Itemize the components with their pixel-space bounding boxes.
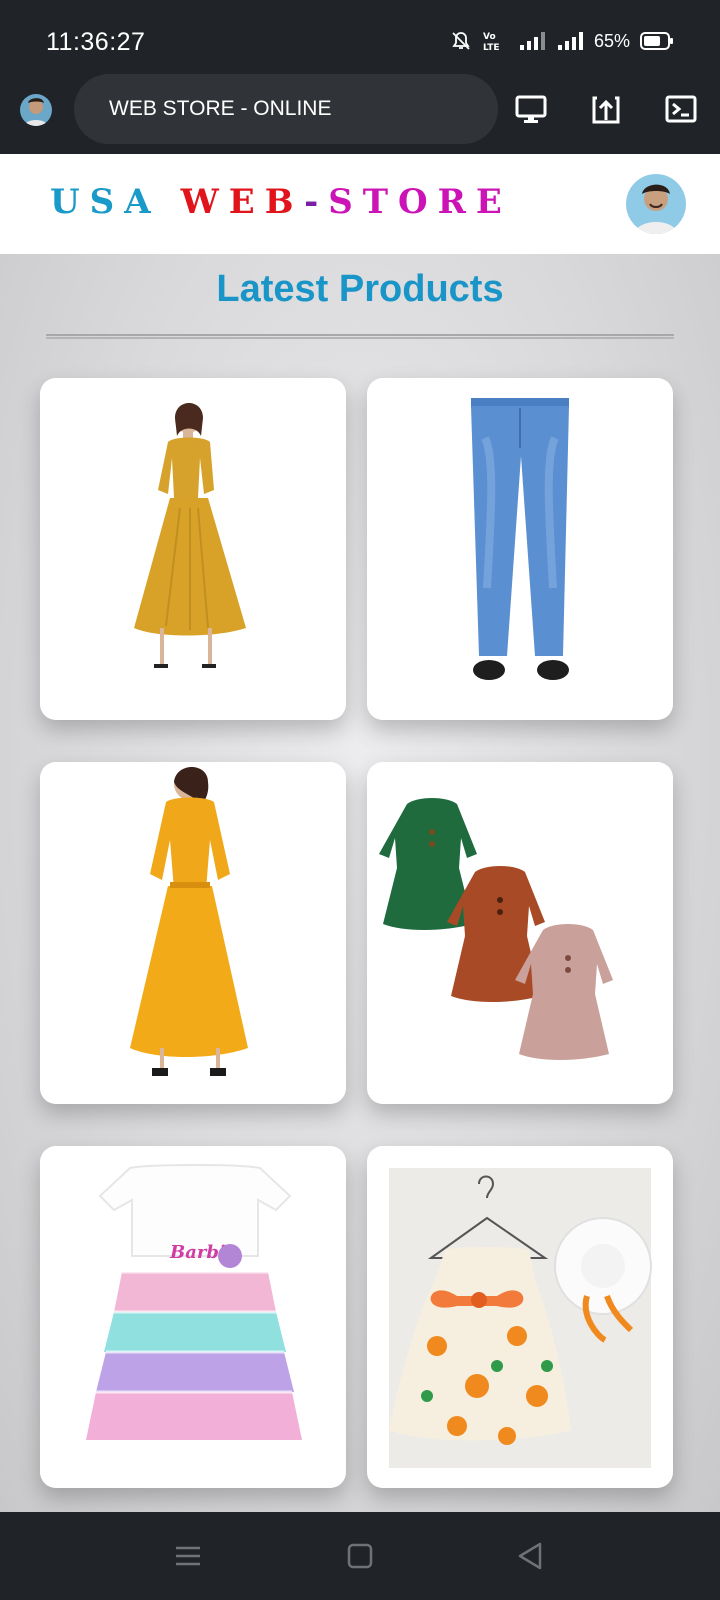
product-image-floral-dress xyxy=(389,1168,652,1468)
main-content: Latest Products Barbie xyxy=(0,254,720,1512)
url-bar[interactable]: WEB STORE - ONLINE xyxy=(74,74,498,144)
logo-usa: USA xyxy=(50,182,161,222)
status-bar: 11:36:27 Vo LTE 65% xyxy=(0,0,720,72)
section-divider xyxy=(46,334,674,339)
product-card[interactable] xyxy=(367,762,673,1104)
site-header: USA WEB-STORE xyxy=(0,154,720,254)
product-card[interactable] xyxy=(40,762,346,1104)
site-logo[interactable]: USA WEB-STORE xyxy=(50,182,512,222)
svg-text:Vo: Vo xyxy=(483,32,496,42)
share-upload-icon[interactable] xyxy=(589,92,623,126)
product-image-orange-dress xyxy=(130,767,248,1076)
system-nav-bar xyxy=(0,1512,720,1600)
logo-web: WEB xyxy=(180,182,305,222)
svg-text:LTE: LTE xyxy=(483,43,500,52)
status-time: 11:36:27 xyxy=(46,28,146,56)
product-card[interactable]: Barbie xyxy=(40,1146,346,1488)
logo-store: STORE xyxy=(328,182,512,222)
product-image-jeans xyxy=(471,398,569,680)
mute-bell-icon xyxy=(450,30,472,52)
logo-dash: - xyxy=(304,182,329,222)
product-image-mustard-dress xyxy=(134,403,246,668)
menu-icon[interactable] xyxy=(170,1538,206,1574)
volte-icon: Vo LTE xyxy=(482,30,508,52)
product-image-girls-dresses xyxy=(379,798,613,1060)
app-avatar[interactable] xyxy=(20,94,52,126)
signal-icon xyxy=(556,30,584,52)
signal-icon xyxy=(518,30,546,52)
profile-avatar[interactable] xyxy=(626,174,686,234)
battery-icon xyxy=(640,31,674,51)
product-card[interactable] xyxy=(40,378,346,720)
product-image-barbie-dress: Barbie xyxy=(86,1164,302,1440)
product-card[interactable] xyxy=(367,1146,673,1488)
terminal-icon[interactable] xyxy=(664,92,698,126)
back-triangle-icon[interactable] xyxy=(512,1538,548,1574)
battery-text: 65% xyxy=(593,30,630,51)
product-card[interactable] xyxy=(367,378,673,720)
status-icons: Vo LTE 65% xyxy=(450,30,674,52)
monitor-icon[interactable] xyxy=(514,92,548,126)
home-square-icon[interactable] xyxy=(342,1538,378,1574)
section-title: Latest Products xyxy=(216,268,504,310)
